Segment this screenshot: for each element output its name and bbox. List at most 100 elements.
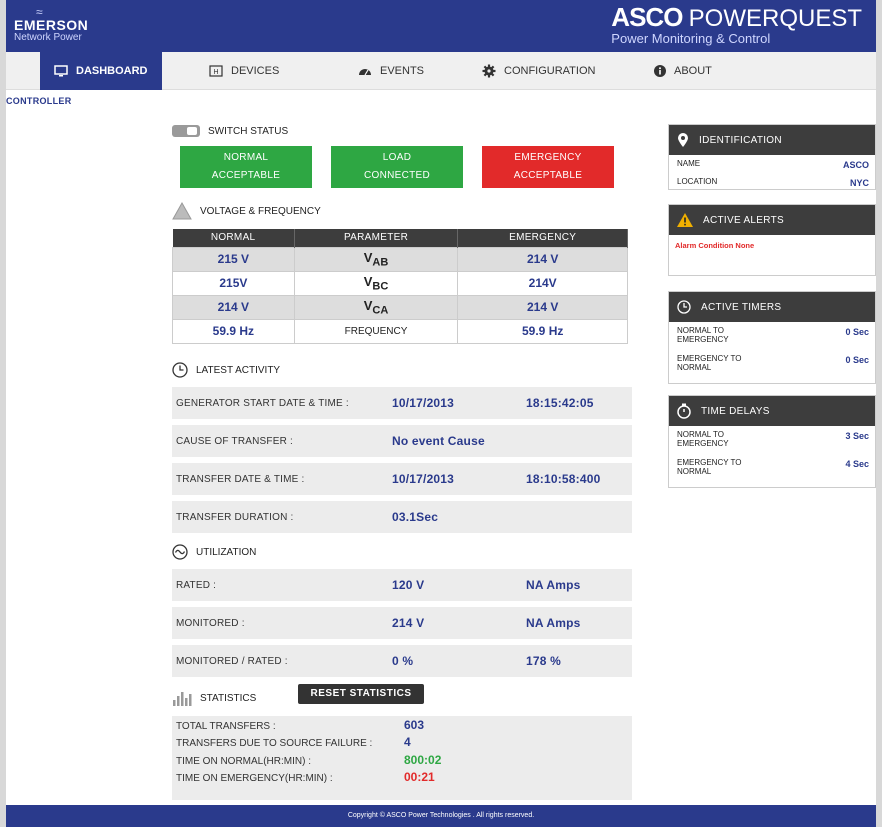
product-logo: ASCO POWERQUEST Power Monitoring & Contr… (611, 4, 862, 46)
column-header: NORMAL (172, 229, 295, 247)
nav-dashboard[interactable]: DASHBOARD (40, 52, 162, 90)
monitored-voltage: 214 V (392, 616, 425, 630)
monitored-row: MONITORED : 214 V NA Amps (172, 607, 632, 639)
table-row: 215 V VAB 214 V (172, 246, 628, 272)
company-subtitle: Network Power (14, 32, 82, 43)
stat-label: TRANSFERS DUE TO SOURCE FAILURE : (176, 738, 373, 749)
generator-start-time: 18:15:42:05 (526, 396, 594, 410)
switch-status-heading: SWITCH STATUS (172, 125, 288, 137)
statistics-title: STATISTICS (200, 692, 257, 704)
column-header: PARAMETER (294, 229, 459, 247)
parameter-subscript: CA (372, 304, 389, 317)
statistics-panel: TOTAL TRANSFERS : 603 TRANSFERS DUE TO S… (172, 716, 632, 800)
emergency-value: 214 V (457, 246, 628, 272)
parameter-cell: VAB (293, 246, 459, 272)
warning-triangle-icon (172, 202, 192, 220)
status-emergency-acceptable: EMERGENCY ACCEPTABLE (482, 146, 614, 188)
row-label: GENERATOR START DATE & TIME : (176, 397, 349, 409)
normal-value: 59.9 Hz (172, 318, 295, 344)
identification-location-row: LOCATION NYC (669, 173, 875, 191)
cause-of-transfer-row: CAUSE OF TRANSFER : No event Cause (172, 425, 632, 457)
row-label: LOCATION (677, 177, 718, 186)
active-alerts-panel: ACTIVE ALERTS Alarm Condition None (668, 204, 876, 276)
parameter-symbol: FREQUENCY (344, 325, 408, 337)
status-normal-line1: NORMAL (223, 152, 269, 163)
nav-about-label: ABOUT (674, 65, 712, 77)
parameter-subscript: BC (372, 280, 389, 293)
alert-triangle-icon (677, 213, 693, 227)
delay-normal-to-emergency-row: NORMAL TO EMERGENCY 3 Sec (669, 426, 875, 454)
nav-devices-label: DEVICES (231, 65, 280, 77)
rated-amps: NA Amps (526, 578, 581, 592)
reset-statistics-button[interactable]: RESET STATISTICS (298, 684, 424, 704)
row-label: EMERGENCY TO NORMAL (677, 354, 742, 372)
monitored-rated-row: MONITORED / RATED : 0 % 178 % (172, 645, 632, 677)
utilization-title: UTILIZATION (196, 546, 257, 558)
nav-configuration-label: CONFIGURATION (504, 65, 596, 77)
identification-location-value: NYC (849, 178, 869, 188)
row-label: TRANSFER DURATION : (176, 511, 294, 523)
breadcrumb[interactable]: CONTROLLER (6, 96, 72, 106)
delay-emergency-to-normal-row: EMERGENCY TO NORMAL 4 Sec (669, 454, 875, 482)
row-label: NORMAL TO EMERGENCY (677, 326, 729, 344)
transfer-duration-value: 03.1Sec (392, 510, 439, 524)
row-label: NAME (677, 159, 701, 168)
status-emergency-line2: ACCEPTABLE (513, 170, 583, 181)
company-name: EMERSON (14, 17, 89, 33)
location-pin-icon (678, 133, 688, 147)
product-bold: ASCO (611, 2, 683, 32)
status-normal-line2: ACCEPTABLE (211, 170, 281, 181)
column-header: EMERGENCY (457, 229, 628, 247)
generator-start-date: 10/17/2013 (392, 396, 455, 410)
device-icon: H (209, 65, 223, 77)
nav-configuration[interactable]: CONFIGURATION (482, 52, 595, 90)
monitored-amps: NA Amps (526, 616, 581, 630)
table-row: 215V VBC 214V (172, 270, 628, 296)
main-nav: DASHBOARD H DEVICES EVENTS CONFIGURATION… (6, 52, 876, 90)
clock-icon (172, 362, 188, 378)
stat-label: TIME ON EMERGENCY(HR:MIN) : (176, 773, 333, 784)
ratio-amps: 178 % (526, 654, 562, 668)
nav-about[interactable]: ABOUT (654, 52, 712, 90)
total-transfers-value: 603 (404, 718, 425, 732)
header-bar: ≈ EMERSON Network Power ASCO POWERQUEST … (6, 0, 876, 52)
emergency-value: 59.9 Hz (457, 318, 628, 344)
identification-name-value: ASCO (842, 160, 869, 170)
normal-value: 214 V (172, 294, 295, 320)
time-delays-title: TIME DELAYS (701, 405, 770, 417)
source-failure-value: 4 (404, 735, 411, 749)
clock-icon (677, 300, 691, 314)
identification-name-row: NAME ASCO (669, 155, 875, 173)
parameter-cell: FREQUENCY (293, 318, 459, 344)
switch-toggle-icon (172, 125, 200, 137)
cause-of-transfer-value: No event Cause (392, 434, 485, 448)
row-label: MONITORED : (176, 617, 245, 629)
active-timers-header: ACTIVE TIMERS (669, 292, 875, 322)
rated-row: RATED : 120 V NA Amps (172, 569, 632, 601)
nav-devices[interactable]: H DEVICES (209, 52, 279, 90)
timer-normal-to-emergency-row: NORMAL TO EMERGENCY 0 Sec (669, 322, 875, 350)
ratio-voltage: 0 % (392, 654, 414, 668)
table-row: 214 V VCA 214 V (172, 294, 628, 320)
row-label: TRANSFER DATE & TIME : (176, 473, 305, 485)
active-alerts-title: ACTIVE ALERTS (703, 214, 784, 226)
status-normal-acceptable: NORMAL ACCEPTABLE (180, 146, 312, 188)
normal-value: 215 V (172, 246, 295, 272)
voltage-title: VOLTAGE & FREQUENCY (200, 205, 321, 217)
time-on-emergency-value: 00:21 (404, 770, 435, 784)
footer-copyright: Copyright © ASCO Power Technologies . Al… (6, 805, 876, 827)
switch-status-title: SWITCH STATUS (208, 125, 289, 137)
row-label: RATED : (176, 579, 217, 591)
rated-voltage: 120 V (392, 578, 425, 592)
bar-chart-icon (173, 692, 192, 706)
row-label: EMERGENCY TO NORMAL (677, 458, 742, 476)
table-row: 59.9 Hz FREQUENCY 59.9 Hz (172, 318, 628, 344)
time-delays-header: TIME DELAYS (669, 396, 875, 426)
voltage-heading: VOLTAGE & FREQUENCY (172, 202, 321, 220)
latest-activity-title: LATEST ACTIVITY (196, 364, 281, 376)
nav-events[interactable]: EVENTS (358, 52, 424, 90)
table-header-row: NORMAL PARAMETER EMERGENCY (172, 229, 628, 247)
emerson-logo: ≈ EMERSON Network Power (14, 6, 88, 43)
timer-emergency-to-normal-value: 0 Sec (845, 355, 869, 365)
identification-panel: IDENTIFICATION NAME ASCO LOCATION NYC (668, 124, 876, 190)
